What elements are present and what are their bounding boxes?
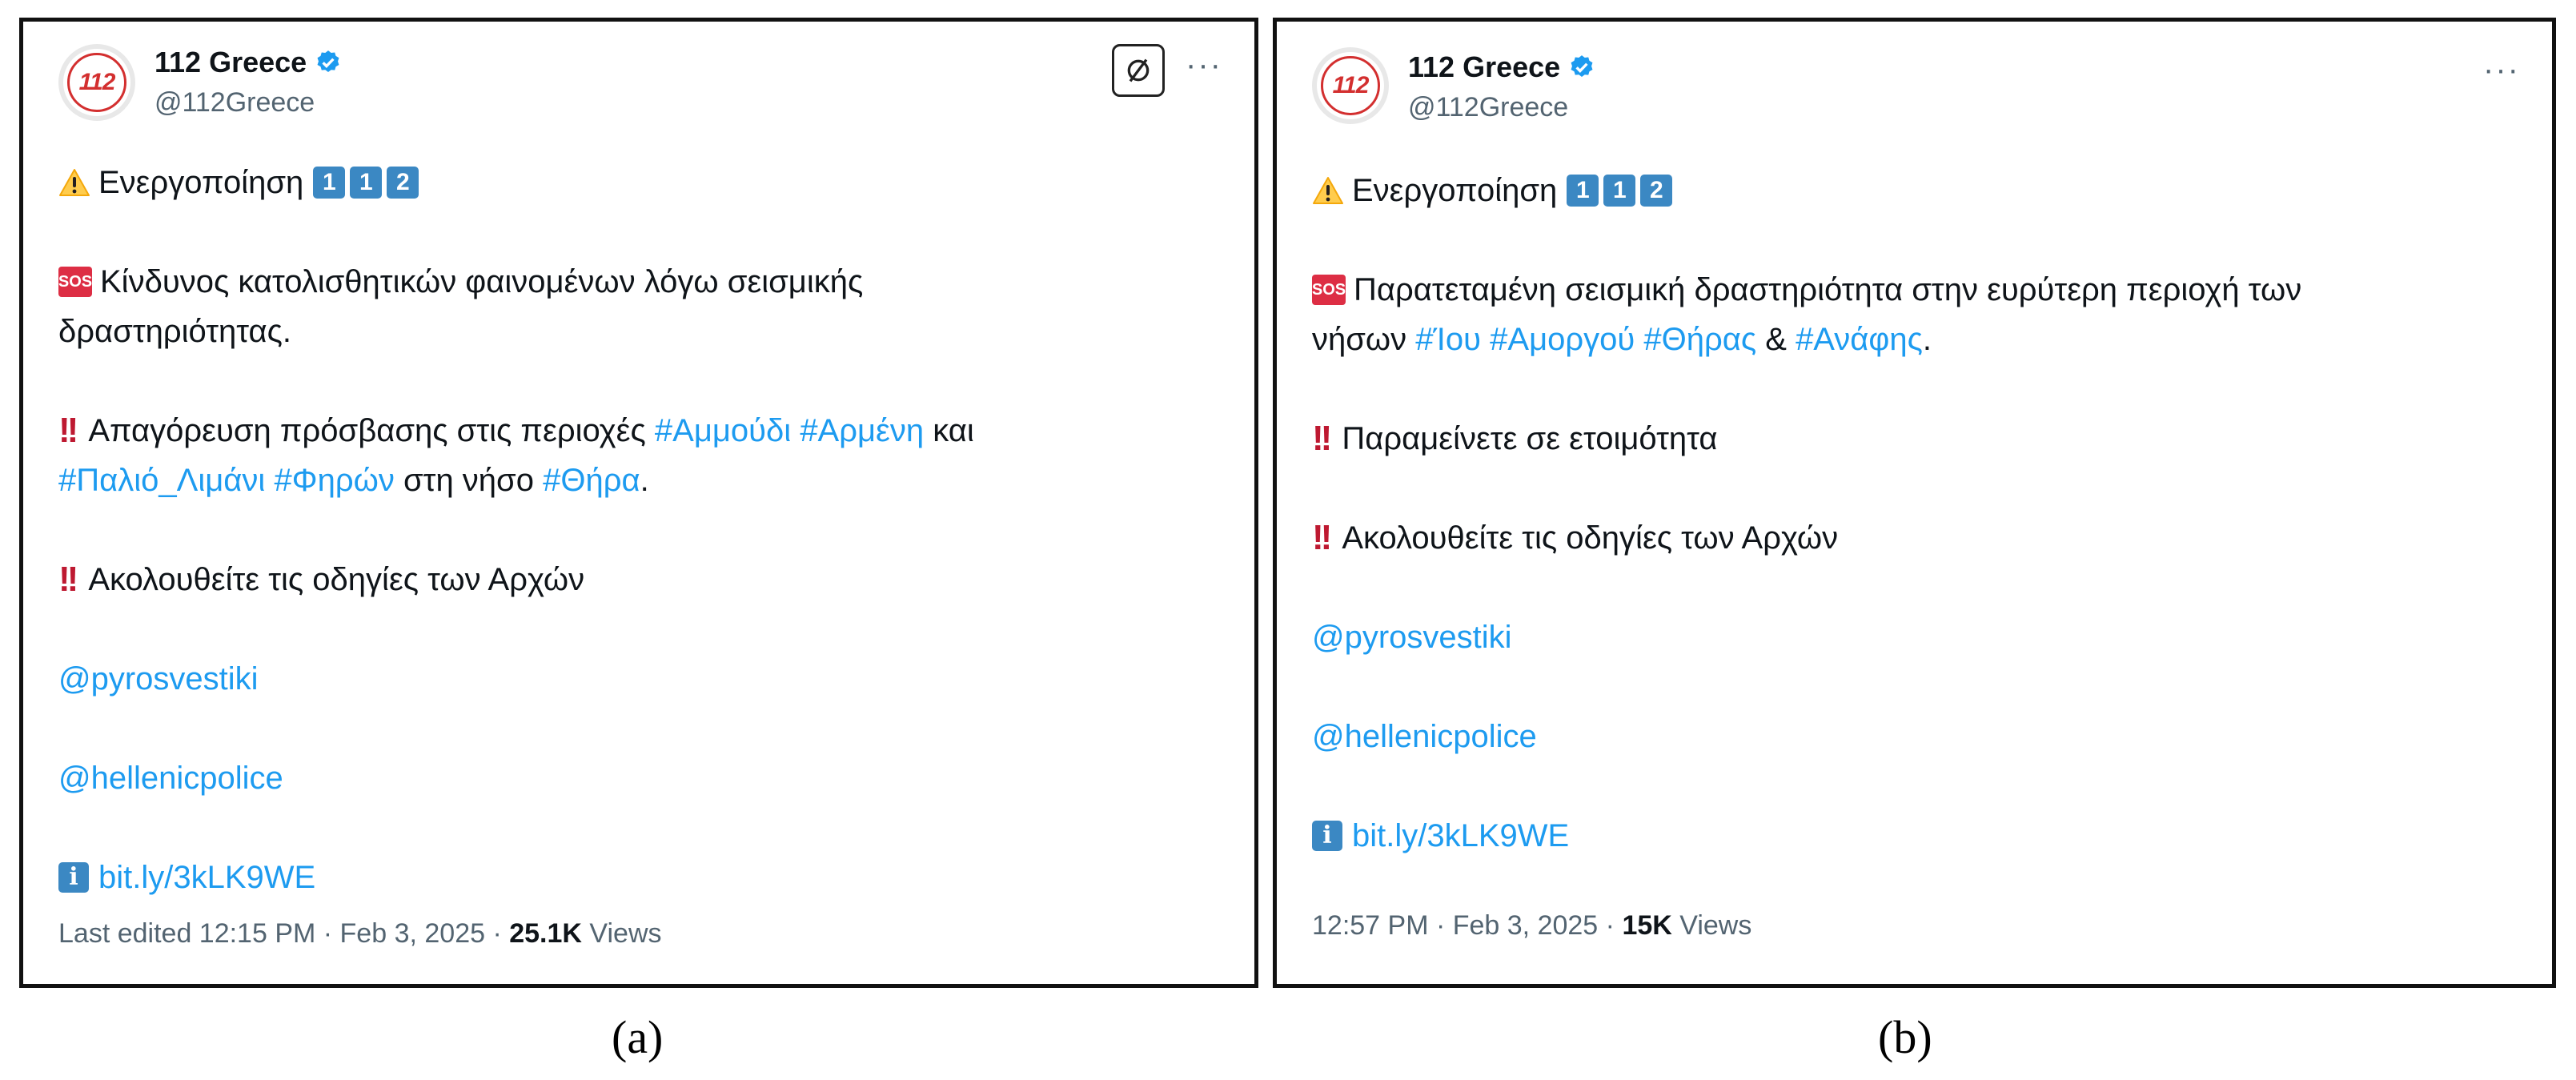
tweet-card-b: 112 112 Greece @112Greece ··· Ενεργοποίη… [1273,18,2556,988]
sos-line: SOS Παρατεταμένη σεισμική δραστηριότητα … [1312,265,2301,315]
sos-text: Κίνδυνος κατολισθητικών φαινομένων λόγω … [100,264,864,299]
period: . [1922,322,1932,357]
more-options-icon[interactable]: ··· [1186,49,1222,92]
tweet-meta: Last edited 12:15 PM · Feb 3, 2025 · 25.… [58,918,662,950]
hashtag-link[interactable]: #Ίου [1415,315,1481,364]
islands-prefix: νήσων [1312,322,1407,357]
follow-text: Ακολουθείτε τις οδηγίες των Αρχών [1342,520,1839,556]
views-count: 25.1K [509,918,582,949]
tweet-meta: 12:57 PM · Feb 3, 2025 · 15K Views [1312,910,1751,941]
hashtag-link[interactable]: #Αμοργού [1490,315,1635,364]
author-name[interactable]: 112 Greece [154,46,342,79]
sos-text: Παρατεταμένη σεισμική δραστηριότητα στην… [1354,272,2302,307]
grok-icon [1127,58,1150,82]
hashtag-link[interactable]: #Αμμούδι [655,406,791,456]
standby-line: !! Παραμείνετε σε ετοιμότητα [1312,414,2301,464]
timestamp[interactable]: 12:57 PM · Feb 3, 2025 · [1312,910,1615,941]
author-name[interactable]: 112 Greece [1408,50,1595,84]
author-handle[interactable]: @112Greece [1408,92,1568,123]
hashtag-link[interactable]: #Ανάφης [1796,315,1923,364]
verified-badge-icon [317,50,339,73]
author-name-text: 112 Greece [1408,50,1561,83]
views-label: Views [589,918,662,949]
sos-icon: SOS [1312,275,1346,305]
author-name-text: 112 Greece [154,46,307,78]
period: . [640,463,649,498]
ampersand: & [1765,322,1787,357]
views-label: Views [1679,910,1752,941]
sos-icon: SOS [58,267,92,297]
avatar-text: 112 [78,69,116,95]
caption-b: (b) [1878,1011,1932,1063]
double-exclamation-icon: !! [58,560,78,599]
avatar-text: 112 [1332,72,1370,98]
follow-line: !! Ακολουθείτε τις οδηγίες των Αρχών [58,555,974,604]
author-handle[interactable]: @112Greece [154,87,315,118]
short-link[interactable]: bit.ly/3kLK9WE [98,853,315,902]
island-text: στη νήσο [403,463,534,498]
short-link[interactable]: bit.ly/3kLK9WE [1352,811,1569,861]
and-word: και [933,413,974,448]
link-line: i bit.ly/3kLK9WE [1312,811,2301,861]
tweet-card-a: 112 112 Greece @112Greece ··· Ενεργοποίη… [19,18,1258,988]
hashtag-link[interactable]: #Αρμένη [800,406,924,456]
grok-button[interactable] [1112,44,1166,97]
hashtag-link[interactable]: #Θήρας [1643,315,1756,364]
keycap-digit: 1 [1567,175,1599,207]
tweet-actions-top: ··· [1112,44,1222,97]
warning-icon [58,168,90,197]
hashtag-link[interactable]: #Παλιό_Λιμάνι [58,456,265,505]
hashtag-link[interactable]: #Φηρών [274,456,394,505]
ban-line-cont: #Παλιό_Λιμάνι #Φηρών στη νήσο #Θήρα. [58,456,974,505]
avatar-logo: 112 [1321,56,1380,115]
tweet-actions-top: ··· [2483,54,2520,97]
more-options-icon[interactable]: ··· [2483,54,2520,97]
double-exclamation-icon: !! [1312,518,1332,557]
activation-line: Ενεργοποίηση 1 1 2 [58,158,974,207]
mention-link[interactable]: @pyrosvestiki [58,654,259,704]
caption-a: (a) [612,1011,664,1063]
activation-text: Ενεργοποίηση [98,165,304,200]
mention-link[interactable]: @hellenicpolice [58,753,283,803]
tweet-body: Ενεργοποίηση 1 1 2 SOS Παρατεταμένη σεισ… [1312,166,2301,861]
avatar[interactable]: 112 [58,44,135,121]
avatar-logo: 112 [67,53,126,112]
sos-text-cont: δραστηριότητας. [58,314,291,349]
timestamp[interactable]: Last edited 12:15 PM · Feb 3, 2025 · [58,918,502,949]
keycap-digit: 1 [313,167,346,199]
follow-line: !! Ακολουθείτε τις οδηγίες των Αρχών [1312,513,2301,563]
info-icon: i [58,862,89,893]
keycap-digit: 2 [387,167,419,199]
keycap-digit: 1 [350,167,383,199]
hashtag-link[interactable]: #Θήρα [543,456,640,505]
ban-line: !! Απαγόρευση πρόσβασης στις περιοχές #Α… [58,406,974,456]
double-exclamation-icon: !! [58,411,78,450]
ban-text: Απαγόρευση πρόσβασης στις περιοχές [88,413,646,448]
keycap-digit: 1 [1603,175,1636,207]
sos-line: SOS Κίνδυνος κατολισθητικών φαινομένων λ… [58,257,974,307]
info-icon: i [1312,821,1342,851]
views-count: 15K [1622,910,1672,941]
sos-line-cont: δραστηριότητας. [58,307,974,356]
keycap-112: 1 1 2 [1567,175,1677,207]
keycap-112: 1 1 2 [313,167,423,199]
avatar[interactable]: 112 [1312,47,1389,124]
keycap-digit: 2 [1640,175,1673,207]
standby-text: Παραμείνετε σε ετοιμότητα [1342,421,1718,456]
activation-text: Ενεργοποίηση [1352,173,1558,208]
activation-line: Ενεργοποίηση 1 1 2 [1312,166,2301,215]
mention-link[interactable]: @hellenicpolice [1312,712,1537,761]
verified-badge-icon [1571,55,1593,78]
tweet-body: Ενεργοποίηση 1 1 2 SOS Κίνδυνος κατολισθ… [58,158,974,902]
sos-line-cont: νήσων #Ίου #Αμοργού #Θήρας & #Ανάφης. [1312,315,2301,364]
warning-icon [1312,176,1344,205]
mention-link[interactable]: @pyrosvestiki [1312,612,1512,662]
follow-text: Ακολουθείτε τις οδηγίες των Αρχών [88,562,585,597]
link-line: i bit.ly/3kLK9WE [58,853,974,902]
double-exclamation-icon: !! [1312,419,1332,458]
